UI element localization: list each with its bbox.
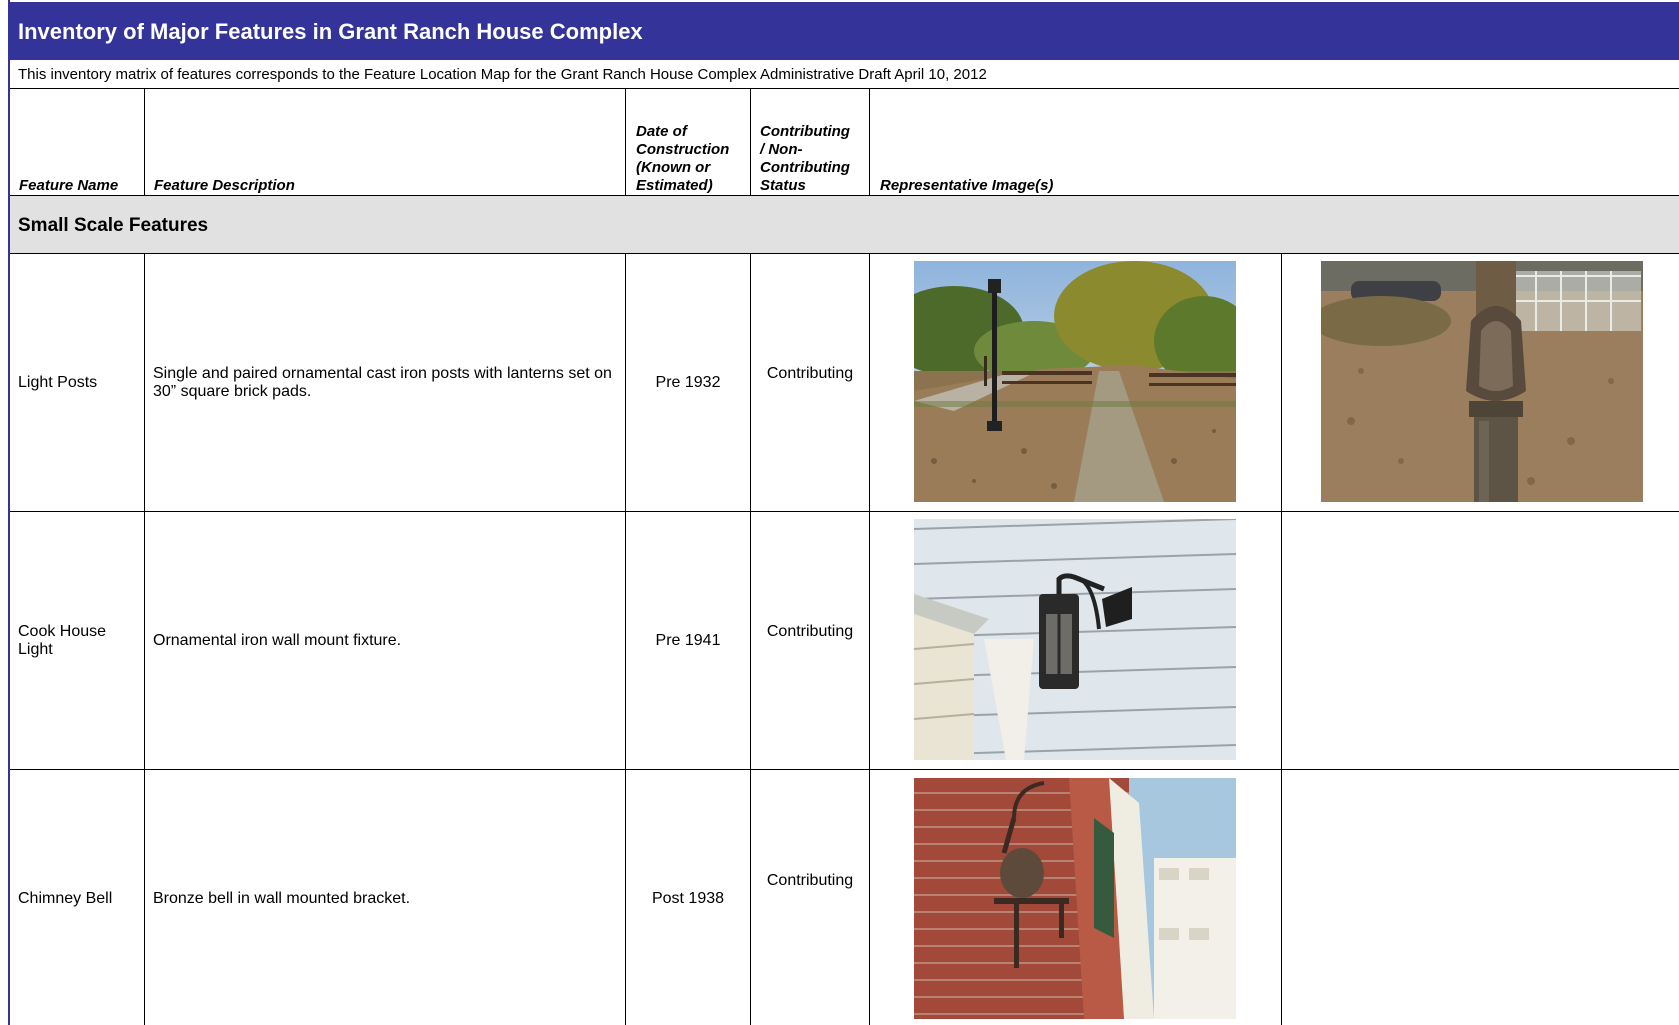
header-status-line: Contributing	[760, 123, 850, 140]
light-post-path-photo	[914, 261, 1236, 502]
column-rule	[1281, 253, 1282, 1025]
section-band: Small Scale Features	[10, 196, 1679, 253]
header-feature-name: Feature Name	[19, 177, 119, 194]
header-status-line: / Non-	[760, 141, 803, 158]
row-2-date: Pre 1941	[655, 632, 721, 649]
title-bar: Inventory of Major Features in Grant Ran…	[10, 0, 1679, 60]
row-2-feature-description: Ornamental iron wall mount fixture.	[153, 632, 402, 649]
section-bottom-rule	[10, 253, 1679, 254]
row-rule	[10, 769, 1679, 770]
page-subtitle: This inventory matrix of features corres…	[18, 66, 987, 83]
row-2-feature-name: Cook House Light	[18, 623, 138, 659]
light-post-base-photo	[1321, 261, 1643, 502]
header-date-of-construction: Date of Construction (Known or Estimated…	[636, 123, 756, 195]
row-3-feature-description: Bronze bell in wall mounted bracket.	[153, 890, 411, 907]
header-date-line: (Known or	[636, 159, 711, 176]
column-rule	[750, 88, 751, 196]
row-2-name-line: Light	[18, 641, 53, 658]
header-feature-description: Feature Description	[154, 177, 295, 194]
chimney-bell-photo	[914, 778, 1236, 1019]
header-date-line: Construction	[636, 141, 730, 158]
inventory-page: Inventory of Major Features in Grant Ran…	[0, 0, 1679, 1025]
row-1-description-line: Single and paired ornamental cast iron p…	[153, 365, 612, 382]
row-rule	[10, 511, 1679, 512]
header-status-line: Status	[760, 177, 806, 194]
column-rule	[144, 253, 145, 1025]
header-date-line: Date of	[636, 123, 687, 140]
row-1-feature-description: Single and paired ornamental cast iron p…	[153, 365, 623, 401]
header-contributing-status: Contributing / Non- Contributing Status	[760, 123, 870, 195]
header-status-line: Contributing	[760, 159, 850, 176]
header-representative-images: Representative Image(s)	[880, 177, 1054, 194]
row-1-description-line: 30” square brick pads.	[153, 383, 312, 400]
row-1-status: Contributing	[766, 365, 854, 382]
column-rule	[144, 88, 145, 196]
left-border	[8, 0, 10, 1025]
row-3-date: Post 1938	[651, 890, 725, 907]
column-rule	[869, 88, 870, 196]
wall-lantern-photo	[914, 519, 1236, 760]
section-title: Small Scale Features	[18, 215, 209, 236]
page-title: Inventory of Major Features in Grant Ran…	[18, 19, 643, 44]
row-3-status: Contributing	[766, 872, 854, 889]
header-date-line: Estimated)	[636, 177, 713, 194]
row-1-date: Pre 1932	[655, 374, 721, 391]
row-2-name-line: Cook House	[18, 623, 107, 640]
column-rule	[625, 88, 626, 196]
column-rule	[869, 253, 870, 1025]
row-1-feature-name: Light Posts	[18, 374, 98, 391]
row-2-status: Contributing	[766, 623, 854, 640]
row-3-feature-name: Chimney Bell	[18, 890, 113, 907]
subtitle-row: This inventory matrix of features corres…	[10, 60, 1679, 89]
